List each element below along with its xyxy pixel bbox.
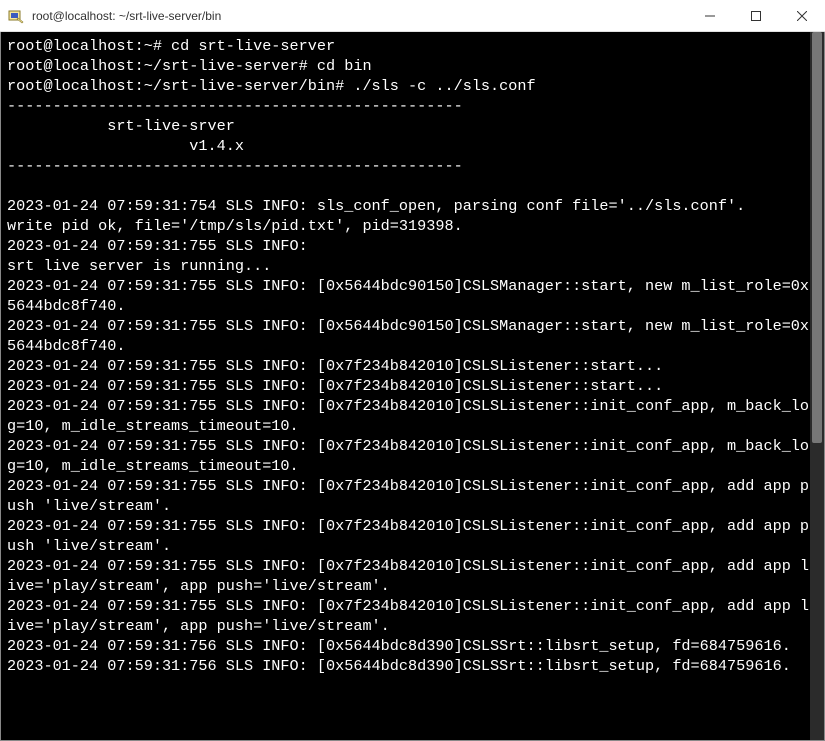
window-titlebar: root@localhost: ~/srt-live-server/bin: [0, 0, 825, 32]
window-controls: [687, 0, 825, 31]
terminal-output[interactable]: root@localhost:~# cd srt-live-server roo…: [1, 32, 824, 740]
scrollbar-thumb[interactable]: [812, 32, 822, 443]
close-button[interactable]: [779, 0, 825, 31]
minimize-button[interactable]: [687, 0, 733, 31]
terminal-area: root@localhost:~# cd srt-live-server roo…: [0, 32, 825, 741]
maximize-button[interactable]: [733, 0, 779, 31]
putty-icon: [8, 8, 24, 24]
window-title: root@localhost: ~/srt-live-server/bin: [32, 9, 687, 23]
scrollbar[interactable]: [810, 32, 824, 740]
